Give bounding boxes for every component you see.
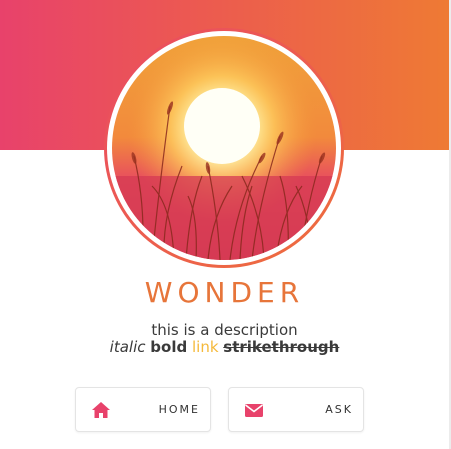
bold-text: bold bbox=[150, 338, 188, 356]
description-link[interactable]: link bbox=[192, 338, 219, 356]
strikethrough-text: strikethrough bbox=[223, 338, 340, 356]
italic-text: italic bbox=[109, 338, 146, 356]
blog-title[interactable]: WONDER bbox=[0, 276, 449, 309]
home-label: HOME bbox=[158, 403, 200, 416]
ask-label: ASK bbox=[325, 403, 353, 416]
avatar[interactable] bbox=[104, 28, 344, 268]
description-formatting: italic bold link strikethrough bbox=[0, 339, 449, 356]
description-text: this is a description bbox=[151, 321, 298, 339]
envelope-icon bbox=[244, 401, 264, 419]
home-button[interactable]: HOME bbox=[75, 387, 211, 432]
avatar-border bbox=[107, 31, 341, 265]
sunset-photo bbox=[112, 36, 336, 260]
ask-button[interactable]: ASK bbox=[228, 387, 364, 432]
blog-page: WONDER this is a description italic bold… bbox=[0, 0, 451, 449]
blog-description: this is a description italic bold link s… bbox=[0, 322, 449, 356]
home-icon bbox=[91, 401, 111, 419]
